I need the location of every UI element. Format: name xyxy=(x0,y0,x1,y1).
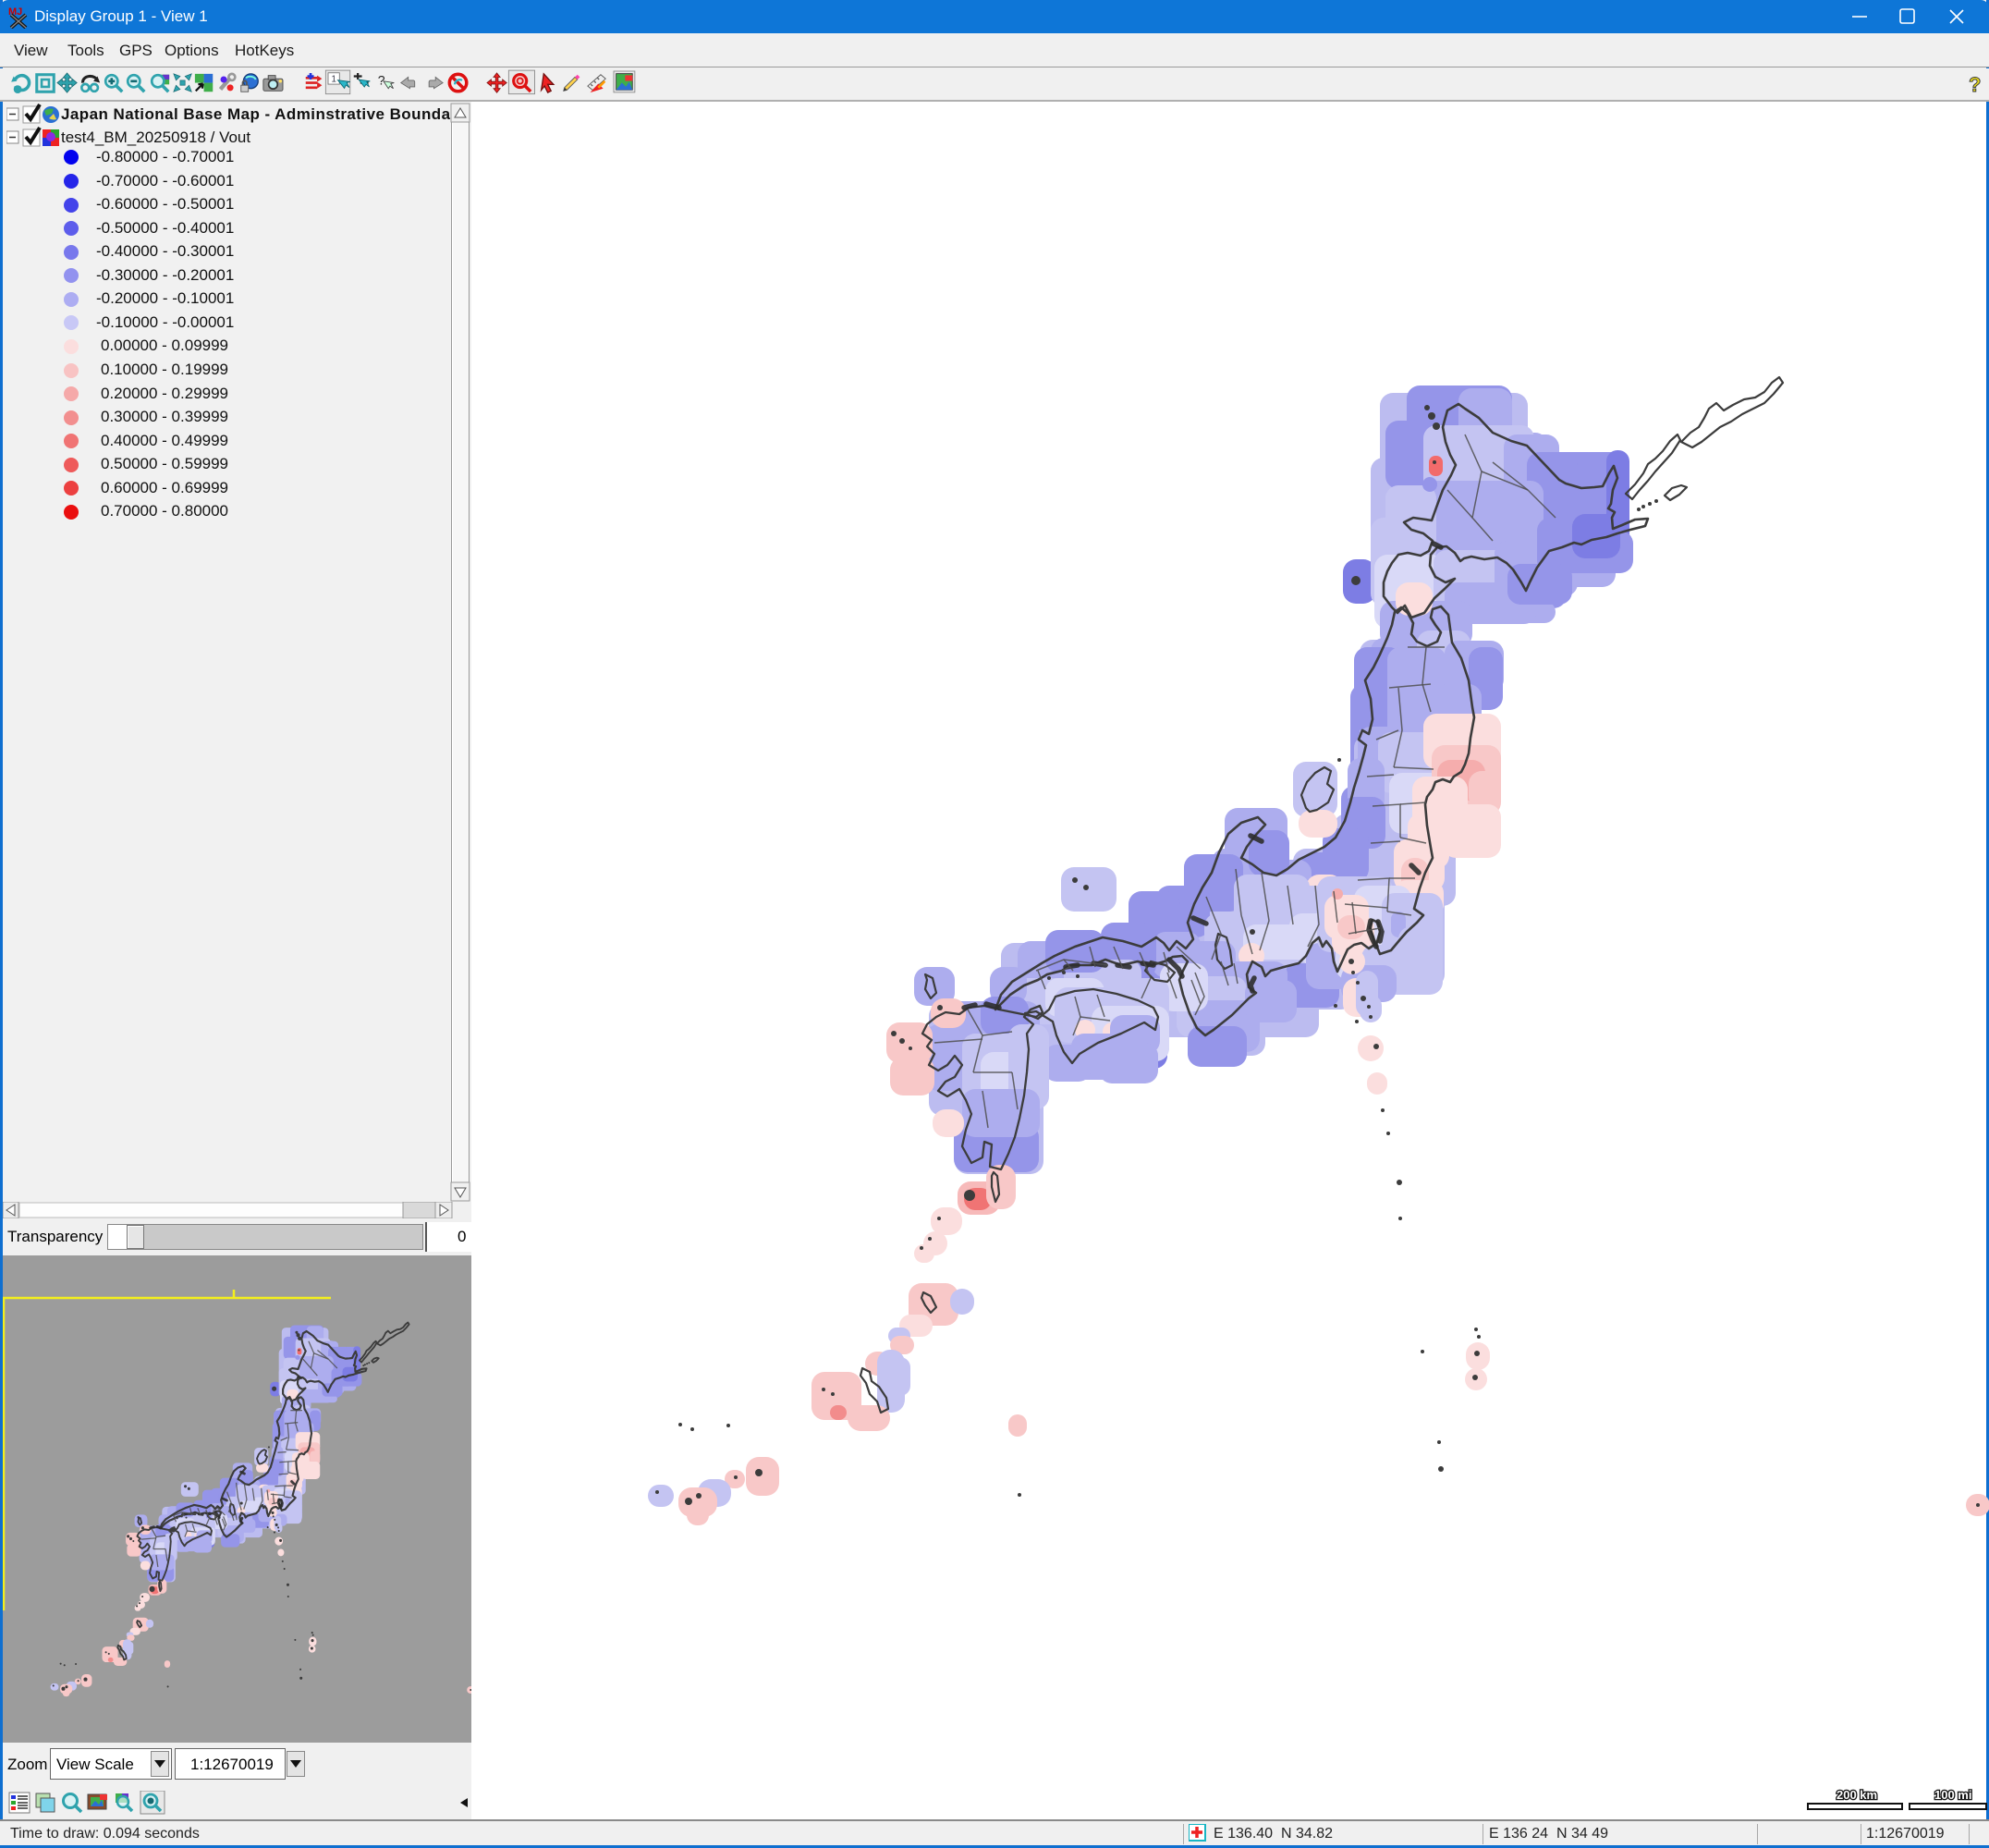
svg-text:1: 1 xyxy=(331,74,336,84)
svg-text:?: ? xyxy=(378,72,385,87)
svg-text:100 mi: 100 mi xyxy=(1934,1788,1971,1802)
svg-text:?: ? xyxy=(1969,73,1981,96)
svg-text:200 km: 200 km xyxy=(1836,1788,1877,1802)
